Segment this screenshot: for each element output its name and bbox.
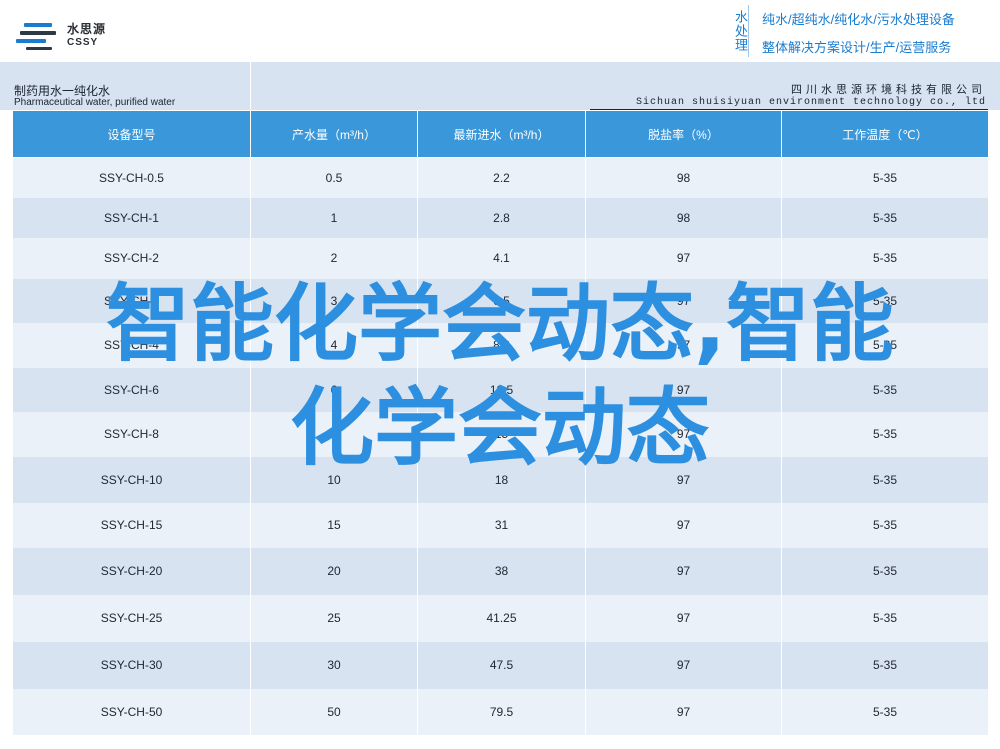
cell-desalination: 98 bbox=[585, 197, 782, 238]
cell-desalination: 97 bbox=[585, 322, 782, 368]
cell-temperature: 5-35 bbox=[781, 502, 989, 548]
water-treatment-tag: 水处理 bbox=[728, 5, 749, 57]
table-row: SSY-CH-1 1 2.8 98 5-35 bbox=[12, 197, 989, 238]
header-model: 设备型号 bbox=[12, 110, 251, 158]
cell-temperature: 5-35 bbox=[781, 367, 989, 412]
cell-model: SSY-CH-2 bbox=[12, 237, 251, 279]
cell-inflow: 38 bbox=[417, 547, 586, 595]
slogan-line-1: 纯水/超纯水/纯化水/污水处理设备 bbox=[762, 12, 955, 27]
cell-temperature: 5-35 bbox=[781, 456, 989, 503]
spec-table: 设备型号 产水量（m³/h） 最新进水（m³/h） 脱盐率（%） 工作温度（℃）… bbox=[12, 110, 989, 735]
cell-inflow: 12.5 bbox=[417, 367, 586, 412]
cell-temperature: 5-35 bbox=[781, 278, 989, 323]
top-header: 水思源 CSSY 水处理 纯水/超纯水/纯化水/污水处理设备 整体解决方案设计/… bbox=[0, 0, 1000, 62]
cell-desalination: 97 bbox=[585, 547, 782, 595]
cell-inflow: 79.5 bbox=[417, 688, 586, 735]
cell-model: SSY-CH-50 bbox=[12, 688, 251, 735]
cell-output: 0.5 bbox=[250, 157, 418, 198]
table-row: SSY-CH-6 6 12.5 97 5-35 bbox=[12, 367, 989, 412]
cell-model: SSY-CH-15 bbox=[12, 502, 251, 548]
cell-output: 30 bbox=[250, 641, 418, 689]
cell-inflow: 47.5 bbox=[417, 641, 586, 689]
cell-temperature: 5-35 bbox=[781, 547, 989, 595]
table-row: SSY-CH-50 50 79.5 97 5-35 bbox=[12, 688, 989, 735]
cell-desalination: 97 bbox=[585, 237, 782, 279]
table-row: SSY-CH-10 10 18 97 5-35 bbox=[12, 456, 989, 503]
slogan-line-2: 整体解决方案设计/生产/运营服务 bbox=[762, 40, 952, 55]
table-row: SSY-CH-15 15 31 97 5-35 bbox=[12, 502, 989, 548]
table-row: SSY-CH-0.5 0.5 2.2 98 5-35 bbox=[12, 157, 989, 198]
cell-output: 50 bbox=[250, 688, 418, 735]
cell-output: 8 bbox=[250, 411, 418, 457]
cell-model: SSY-CH-6 bbox=[12, 367, 251, 412]
cell-inflow: 6.5 bbox=[417, 278, 586, 323]
cell-output: 4 bbox=[250, 322, 418, 368]
cell-desalination: 97 bbox=[585, 367, 782, 412]
cell-inflow: 15 bbox=[417, 411, 586, 457]
cell-desalination: 97 bbox=[585, 641, 782, 689]
cell-output: 10 bbox=[250, 456, 418, 503]
cell-desalination: 97 bbox=[585, 456, 782, 503]
company-name-cn: 四川水思源环境科技有限公司 bbox=[791, 83, 986, 96]
cell-model: SSY-CH-10 bbox=[12, 456, 251, 503]
cell-desalination: 97 bbox=[585, 502, 782, 548]
cell-model: SSY-CH-3 bbox=[12, 278, 251, 323]
cell-model: SSY-CH-30 bbox=[12, 641, 251, 689]
cell-output: 6 bbox=[250, 367, 418, 412]
cell-output: 15 bbox=[250, 502, 418, 548]
cell-output: 25 bbox=[250, 594, 418, 642]
cell-output: 3 bbox=[250, 278, 418, 323]
header-desalination: 脱盐率（%） bbox=[585, 110, 782, 158]
logo-text-en: CSSY bbox=[67, 37, 99, 48]
cell-inflow: 4.1 bbox=[417, 237, 586, 279]
table-row: SSY-CH-25 25 41.25 97 5-35 bbox=[12, 594, 989, 642]
cell-output: 2 bbox=[250, 237, 418, 279]
header-inflow: 最新进水（m³/h） bbox=[417, 110, 586, 158]
table-row: SSY-CH-20 20 38 97 5-35 bbox=[12, 547, 989, 595]
table-row: SSY-CH-4 4 8.3 97 5-35 bbox=[12, 322, 989, 368]
cell-inflow: 2.8 bbox=[417, 197, 586, 238]
cell-model: SSY-CH-25 bbox=[12, 594, 251, 642]
cell-temperature: 5-35 bbox=[781, 157, 989, 198]
cell-output: 1 bbox=[250, 197, 418, 238]
cell-model: SSY-CH-4 bbox=[12, 322, 251, 368]
cell-output: 20 bbox=[250, 547, 418, 595]
cell-temperature: 5-35 bbox=[781, 197, 989, 238]
logo-icon bbox=[16, 23, 56, 50]
cell-desalination: 97 bbox=[585, 278, 782, 323]
product-title-en: Pharmaceutical water, purified water bbox=[14, 97, 176, 108]
cell-inflow: 8.3 bbox=[417, 322, 586, 368]
cell-temperature: 5-35 bbox=[781, 411, 989, 457]
cell-model: SSY-CH-0.5 bbox=[12, 157, 251, 198]
header-output: 产水量（m³/h） bbox=[250, 110, 418, 158]
table-header-row: 设备型号 产水量（m³/h） 最新进水（m³/h） 脱盐率（%） 工作温度（℃） bbox=[12, 110, 989, 158]
cell-desalination: 97 bbox=[585, 688, 782, 735]
cell-temperature: 5-35 bbox=[781, 594, 989, 642]
table-row: SSY-CH-3 3 6.5 97 5-35 bbox=[12, 278, 989, 323]
company-logo[interactable]: 水思源 CSSY bbox=[14, 20, 114, 54]
cell-desalination: 98 bbox=[585, 157, 782, 198]
cell-inflow: 18 bbox=[417, 456, 586, 503]
cell-temperature: 5-35 bbox=[781, 641, 989, 689]
table-row: SSY-CH-30 30 47.5 97 5-35 bbox=[12, 641, 989, 689]
table-row: SSY-CH-8 8 15 97 5-35 bbox=[12, 411, 989, 457]
cell-inflow: 31 bbox=[417, 502, 586, 548]
cell-inflow: 2.2 bbox=[417, 157, 586, 198]
company-name-en: Sichuan shuisiyuan environment technolog… bbox=[635, 97, 986, 108]
logo-text-cn: 水思源 bbox=[67, 22, 107, 36]
cell-model: SSY-CH-1 bbox=[12, 197, 251, 238]
cell-model: SSY-CH-20 bbox=[12, 547, 251, 595]
cell-model: SSY-CH-8 bbox=[12, 411, 251, 457]
cell-desalination: 97 bbox=[585, 411, 782, 457]
cell-desalination: 97 bbox=[585, 594, 782, 642]
header-temperature: 工作温度（℃） bbox=[781, 110, 989, 158]
cell-temperature: 5-35 bbox=[781, 237, 989, 279]
table-row: SSY-CH-2 2 4.1 97 5-35 bbox=[12, 237, 989, 279]
cell-temperature: 5-35 bbox=[781, 688, 989, 735]
cell-inflow: 41.25 bbox=[417, 594, 586, 642]
cell-temperature: 5-35 bbox=[781, 322, 989, 368]
